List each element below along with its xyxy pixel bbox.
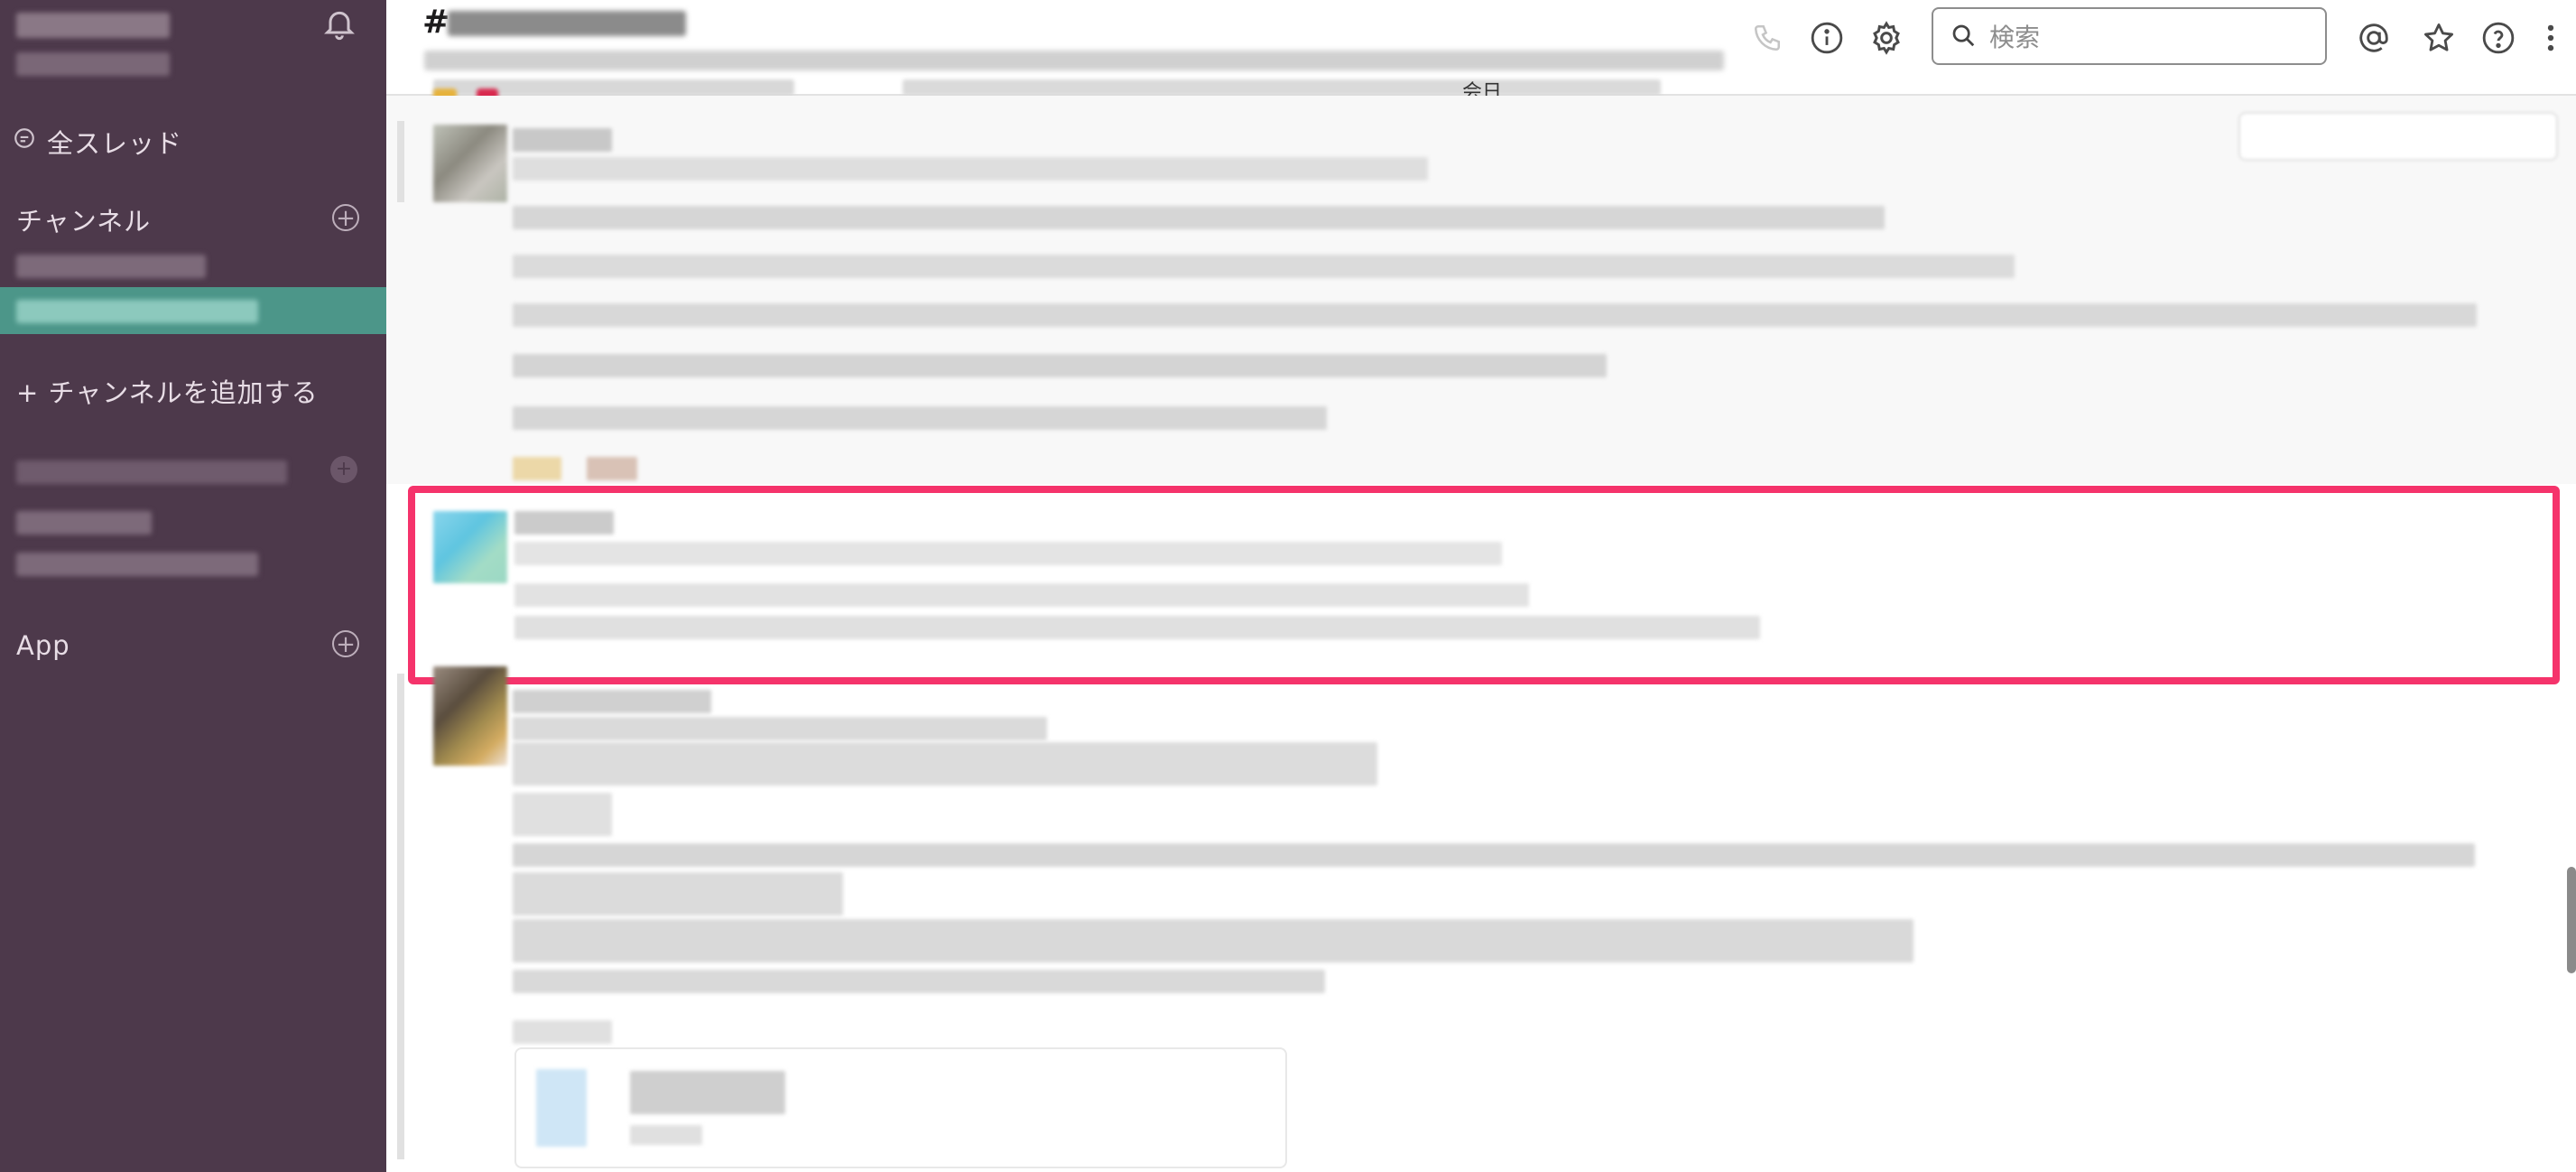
- attachment-card[interactable]: [514, 1047, 1287, 1168]
- sidebar-item-channel[interactable]: [16, 255, 206, 278]
- direct-messages-header[interactable]: [16, 460, 287, 484]
- avatar[interactable]: [433, 125, 507, 202]
- message-text: [513, 717, 1047, 740]
- sidebar-item-active-channel[interactable]: [0, 287, 386, 334]
- message-text: [513, 206, 1885, 229]
- gear-icon[interactable]: [1868, 20, 1904, 56]
- apps-header[interactable]: App: [16, 630, 70, 661]
- message-text: [513, 742, 1377, 786]
- add-channel-icon[interactable]: +: [332, 204, 359, 231]
- avatar[interactable]: [433, 666, 507, 766]
- phone-icon[interactable]: [1749, 20, 1785, 56]
- message-text: [513, 872, 843, 916]
- channels-header[interactable]: チャンネル: [16, 200, 151, 238]
- message-sender[interactable]: [513, 128, 612, 152]
- search-icon: [1950, 22, 1977, 56]
- sidebar-item-dm[interactable]: [16, 553, 258, 576]
- sidebar-item-dm[interactable]: [16, 511, 152, 535]
- search-input[interactable]: [1988, 16, 2316, 58]
- workspace-name[interactable]: [16, 13, 170, 38]
- add-dm-icon[interactable]: +: [330, 456, 357, 483]
- scrollbar-thumb[interactable]: [2567, 867, 2576, 973]
- message-text: [513, 255, 2015, 278]
- message-actions[interactable]: [2238, 112, 2558, 161]
- sidebar: 全スレッド チャンネル + + チャンネルを追加する + App +: [0, 0, 386, 1172]
- attachment-meta: [630, 1125, 702, 1145]
- sidebar-item-label: 全スレッド: [47, 128, 183, 159]
- channel-name[interactable]: #: [422, 4, 449, 41]
- message-text: [513, 157, 1428, 181]
- active-channel-label: [16, 300, 258, 323]
- at-sign-icon[interactable]: [2356, 20, 2392, 56]
- more-vertical-icon[interactable]: [2533, 20, 2569, 56]
- reaction[interactable]: [587, 457, 637, 480]
- user-status: [16, 52, 170, 76]
- attachment-thumbnail: [536, 1069, 587, 1147]
- message-text: [513, 843, 2475, 867]
- add-app-icon[interactable]: +: [332, 630, 359, 657]
- message-text: [513, 793, 612, 836]
- channel-topic-line2b: [903, 79, 1661, 96]
- message-sender[interactable]: [513, 690, 711, 713]
- message-text: [513, 1020, 612, 1044]
- bell-icon[interactable]: [321, 5, 357, 47]
- attachment-title: [630, 1071, 785, 1114]
- thread-rail: [397, 674, 404, 1159]
- info-icon[interactable]: [1809, 20, 1845, 56]
- message-text: [513, 303, 2477, 327]
- highlight-box: [408, 486, 2560, 684]
- message-text: [513, 970, 1325, 993]
- reaction[interactable]: [513, 457, 561, 480]
- threads-icon: [13, 126, 36, 155]
- message-text: [513, 406, 1327, 430]
- message-text: [513, 919, 1913, 963]
- message-text: [513, 354, 1607, 377]
- thread-rail: [397, 121, 404, 202]
- help-icon[interactable]: [2480, 20, 2516, 56]
- add-channel-link[interactable]: + チャンネルを追加する: [16, 372, 319, 410]
- sidebar-item-all-threads[interactable]: 全スレッド: [13, 121, 374, 161]
- channel-name-text[interactable]: [448, 11, 686, 36]
- search-box[interactable]: [1932, 7, 2327, 65]
- channel-topic: [424, 51, 1724, 70]
- star-icon[interactable]: [2421, 20, 2457, 56]
